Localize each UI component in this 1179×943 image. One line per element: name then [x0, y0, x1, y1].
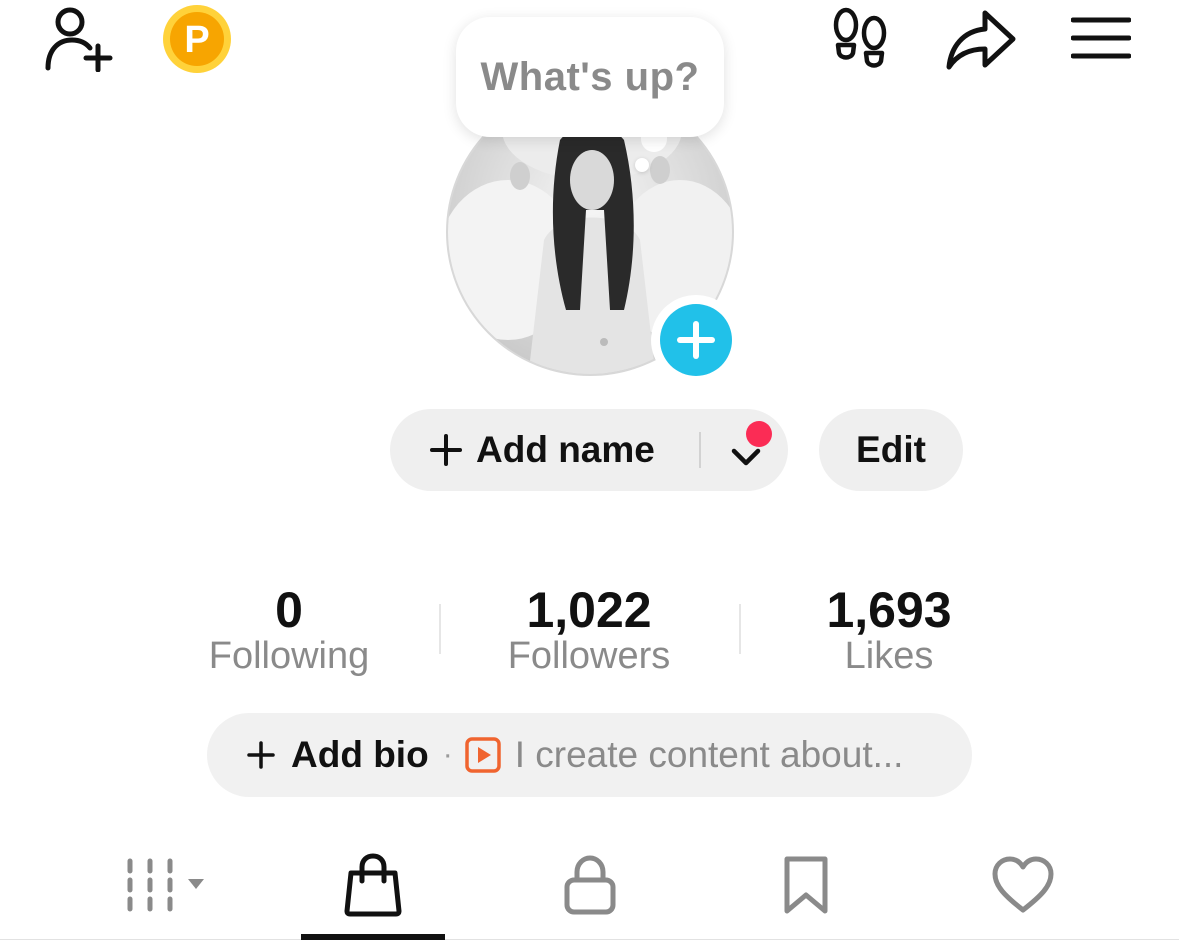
add-friend-icon[interactable]	[40, 4, 116, 74]
plus-icon	[430, 434, 462, 466]
coin-icon[interactable]: P	[161, 5, 233, 73]
stat-label: Following	[208, 635, 370, 677]
stat-followers[interactable]: 1,022 Followers	[459, 580, 719, 678]
add-name-button[interactable]: Add name	[430, 409, 655, 491]
tab-saved[interactable]	[746, 840, 866, 930]
tab-private[interactable]	[530, 840, 650, 930]
edit-label: Edit	[856, 429, 926, 470]
status-bubble-text: What's up?	[480, 54, 700, 99]
add-bio-label: Add bio	[291, 734, 429, 775]
play-icon	[464, 737, 501, 773]
add-name-label: Add name	[476, 429, 655, 470]
tab-liked[interactable]	[963, 840, 1083, 930]
menu-icon[interactable]	[1070, 14, 1132, 62]
heart-icon	[992, 856, 1054, 913]
coin-letter: P	[184, 19, 209, 61]
bio-separator: ·	[442, 738, 453, 771]
tab-shop[interactable]	[301, 840, 445, 930]
stat-label: Likes	[844, 635, 934, 677]
stat-value: 0	[275, 582, 303, 638]
add-name-pill: Add name	[390, 409, 788, 491]
bio-placeholder: I create content about...	[514, 734, 904, 775]
grid-icon	[127, 858, 204, 912]
edit-profile-button[interactable]: Edit	[819, 409, 963, 491]
stat-label: Followers	[507, 635, 671, 677]
footprint-icon[interactable]	[830, 6, 892, 70]
share-icon[interactable]	[944, 6, 1018, 72]
add-avatar-button[interactable]	[651, 295, 741, 385]
stat-following[interactable]: 0 Following	[159, 580, 419, 678]
bookmark-icon	[784, 856, 828, 914]
lock-icon	[564, 855, 616, 915]
shopping-bag-icon	[344, 853, 402, 917]
divider	[699, 432, 701, 468]
notification-dot	[746, 421, 772, 447]
bubble-dot	[635, 158, 649, 172]
stat-value: 1,693	[826, 582, 952, 638]
tab-grid[interactable]	[100, 840, 220, 930]
stat-divider	[439, 604, 441, 654]
stat-value: 1,022	[526, 582, 652, 638]
stat-divider	[739, 604, 741, 654]
stat-likes[interactable]: 1,693 Likes	[759, 580, 1019, 678]
plus-circle-icon	[660, 304, 732, 376]
active-tab-indicator	[301, 934, 445, 940]
status-bubble[interactable]: What's up?	[456, 17, 724, 137]
plus-icon	[247, 741, 275, 769]
add-bio-button[interactable]: Add bio · I create content about...	[207, 713, 972, 797]
tab-bar-divider	[0, 939, 1179, 940]
